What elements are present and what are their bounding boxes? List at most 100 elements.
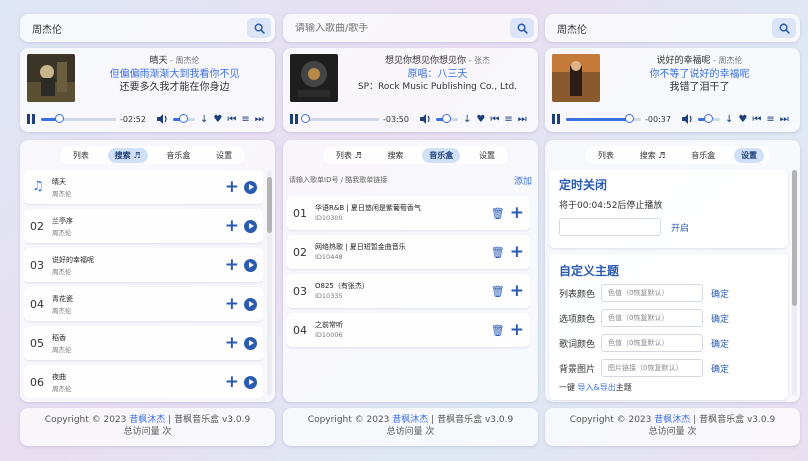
author-link[interactable]: 昔枫沐杰 [129, 415, 165, 425]
timer-start-button[interactable]: 开启 [671, 221, 689, 234]
author-link[interactable]: 昔枫沐杰 [392, 415, 428, 425]
trash-icon[interactable]: 🗑 [491, 246, 505, 259]
volume-icon[interactable] [419, 114, 432, 124]
author-link[interactable]: 昔枫沐杰 [654, 415, 690, 425]
play-icon[interactable] [244, 336, 257, 350]
confirm-button[interactable]: 确定 [711, 337, 729, 350]
list-item[interactable]: 04 青花瓷 周杰伦 + [24, 287, 263, 321]
tab-list[interactable]: 列表 [66, 148, 96, 163]
add-icon[interactable]: + [510, 244, 524, 261]
progress-bar[interactable] [566, 113, 641, 123]
background-url-input[interactable]: 图片链接（0恢复默认） [601, 359, 703, 377]
copyright-text: Copyright © 2023 [569, 415, 652, 425]
tab-list[interactable]: 列表 [591, 148, 621, 163]
timer-section: 定时关闭 将于00:04:52后停止播放 开启 [549, 170, 788, 248]
scrollbar-thumb[interactable] [267, 176, 272, 234]
download-icon[interactable]: ↓ [463, 114, 471, 125]
next-icon[interactable]: ⏭ [780, 114, 789, 125]
heart-icon[interactable]: ♥ [213, 114, 222, 125]
menu-icon[interactable]: ≡ [504, 114, 512, 125]
add-icon[interactable]: + [225, 218, 239, 235]
add-icon[interactable]: + [510, 205, 524, 222]
song-number: 05 [30, 337, 44, 350]
add-icon[interactable]: + [225, 179, 239, 196]
search-button[interactable] [772, 18, 796, 38]
previous-icon[interactable]: ⏮ [752, 114, 761, 125]
tab-music-box[interactable]: 音乐盒 [422, 147, 461, 163]
list-item[interactable]: 03 说好的幸福呢 周杰伦 + [24, 248, 263, 282]
tab-settings[interactable]: 设置 [209, 148, 239, 163]
tab-search[interactable]: 搜索 ♬ [107, 147, 148, 163]
footer-separator: | [168, 415, 172, 425]
heart-icon[interactable]: ♥ [476, 114, 485, 125]
pause-icon[interactable] [27, 114, 35, 124]
next-icon[interactable]: ⏭ [518, 114, 527, 125]
volume-slider[interactable] [172, 113, 195, 123]
list-item[interactable]: 02 兰亭序 周杰伦 + [24, 209, 263, 243]
search-input[interactable] [557, 22, 772, 34]
theme-color-input[interactable]: 色值（0恢复默认） [601, 334, 703, 352]
list-item[interactable]: 03 O825（有张杰） ID10335 🗑 + [287, 274, 530, 308]
add-playlist-button[interactable]: 添加 [514, 174, 532, 187]
trash-icon[interactable]: 🗑 [491, 207, 505, 220]
add-icon[interactable]: + [225, 296, 239, 313]
download-icon[interactable]: ↓ [200, 114, 208, 125]
menu-icon[interactable]: ≡ [766, 114, 774, 125]
tab-list[interactable]: 列表 ♬ [329, 148, 369, 163]
progress-bar[interactable] [300, 113, 379, 123]
search-button[interactable] [510, 18, 534, 38]
previous-icon[interactable]: ⏮ [490, 114, 499, 125]
add-icon[interactable]: + [510, 283, 524, 300]
confirm-button[interactable]: 确定 [711, 287, 729, 300]
volume-slider[interactable] [697, 113, 720, 123]
import-export-link[interactable]: 导入&导出 [578, 383, 616, 392]
add-icon[interactable]: + [225, 374, 239, 391]
volume-slider[interactable] [435, 113, 458, 123]
trash-icon[interactable]: 🗑 [491, 285, 505, 298]
trash-icon[interactable]: 🗑 [491, 324, 505, 337]
next-icon[interactable]: ⏭ [255, 114, 264, 125]
scrollbar-thumb[interactable] [792, 170, 797, 306]
scrollbar[interactable] [792, 170, 797, 396]
pause-icon[interactable] [552, 114, 560, 124]
list-item[interactable]: 05 稻香 周杰伦 + [24, 326, 263, 360]
play-icon[interactable] [244, 258, 257, 272]
heart-icon[interactable]: ♥ [738, 114, 747, 125]
tab-settings[interactable]: 设置 [734, 147, 765, 163]
play-icon[interactable] [244, 219, 257, 233]
track-info: 说好的幸福呢 - 周杰伦 你不等了说好的幸福呢 我错了泪干了 [603, 54, 796, 94]
tab-music-box[interactable]: 音乐盒 [159, 148, 197, 163]
list-item[interactable]: 04 之前常听 ID10006 🗑 + [287, 313, 530, 347]
add-icon[interactable]: + [510, 322, 524, 339]
list-item[interactable]: ♫ 晴天 周杰伦 + [24, 170, 263, 204]
progress-bar[interactable] [41, 113, 116, 123]
list-item[interactable]: 01 华语R&B | 夏日悠闲是紫葡萄香气 ID10300 🗑 + [287, 196, 530, 230]
play-icon[interactable] [244, 297, 257, 311]
add-icon[interactable]: + [225, 335, 239, 352]
previous-icon[interactable]: ⏮ [227, 114, 236, 125]
search-input[interactable] [295, 22, 510, 34]
volume-icon[interactable] [156, 114, 169, 124]
pause-icon[interactable] [290, 114, 298, 124]
play-icon[interactable] [244, 180, 257, 194]
confirm-button[interactable]: 确定 [711, 312, 729, 325]
play-icon[interactable] [244, 375, 257, 389]
theme-color-input[interactable]: 色值（0恢复默认） [601, 309, 703, 327]
playlist-id-input[interactable] [289, 176, 514, 184]
tab-settings[interactable]: 设置 [472, 148, 502, 163]
tab-search[interactable]: 搜索 ♬ [633, 148, 673, 163]
add-icon[interactable]: + [225, 257, 239, 274]
confirm-button[interactable]: 确定 [711, 362, 729, 375]
scrollbar[interactable] [267, 170, 272, 396]
search-button[interactable] [247, 18, 271, 38]
timer-input[interactable] [559, 218, 661, 236]
menu-icon[interactable]: ≡ [241, 114, 249, 125]
tab-music-box[interactable]: 音乐盒 [684, 148, 722, 163]
list-item[interactable]: 06 夜曲 周杰伦 + [24, 365, 263, 398]
theme-color-input[interactable]: 色值（0恢复默认） [601, 284, 703, 302]
search-input[interactable] [32, 22, 247, 34]
download-icon[interactable]: ↓ [725, 114, 733, 125]
tab-search[interactable]: 搜索 [380, 148, 410, 163]
volume-icon[interactable] [681, 114, 694, 124]
list-item[interactable]: 02 网络热歌 | 夏日短暂金曲音乐 ID10448 🗑 + [287, 235, 530, 269]
